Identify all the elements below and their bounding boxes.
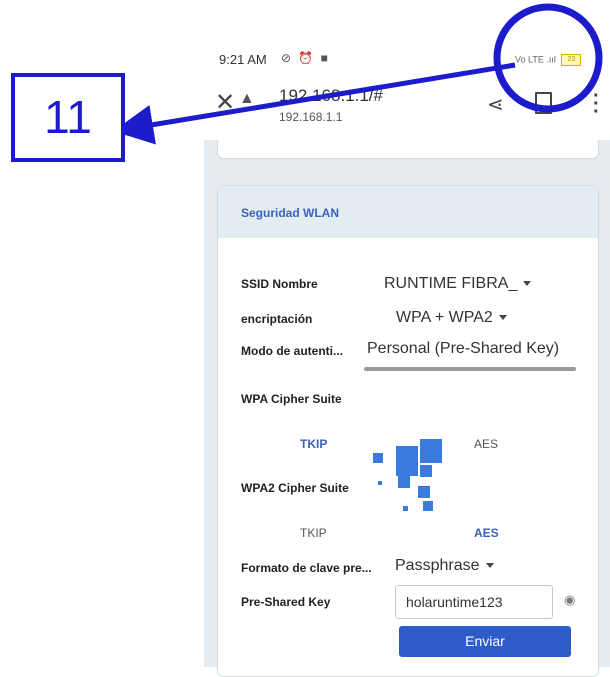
annotation-number-box: 11 [11,73,125,162]
annotation-arrow [113,62,516,145]
annotation-circle [493,3,603,113]
